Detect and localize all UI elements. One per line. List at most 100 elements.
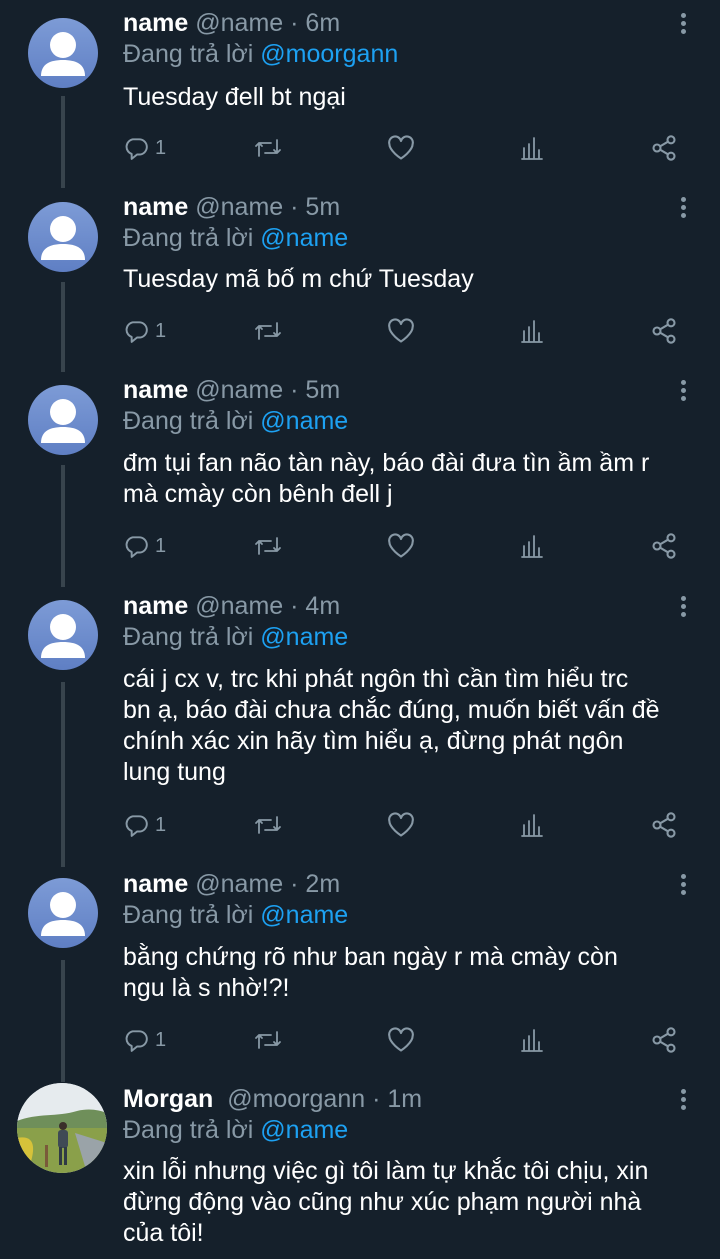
share-icon bbox=[652, 1027, 676, 1053]
avatar[interactable] bbox=[28, 878, 98, 948]
user-handle[interactable]: @name bbox=[195, 9, 283, 37]
tweet-text-line: bằng chứng rõ như ban ngày r mà cmày còn bbox=[123, 943, 618, 971]
like-button[interactable] bbox=[387, 132, 415, 164]
more-vertical-icon[interactable] bbox=[676, 593, 690, 623]
default-user-icon bbox=[41, 399, 85, 443]
profile-photo bbox=[17, 1083, 107, 1173]
reply-button[interactable]: 1 bbox=[123, 809, 166, 841]
user-handle[interactable]: @name bbox=[195, 376, 283, 404]
like-button[interactable] bbox=[387, 809, 415, 841]
share-icon bbox=[652, 318, 676, 344]
avatar[interactable] bbox=[17, 1083, 107, 1173]
timestamp[interactable]: 5m bbox=[305, 193, 340, 221]
display-name[interactable]: name bbox=[123, 193, 188, 221]
tweet-header: Morgan @moorgann · 1m bbox=[123, 1084, 422, 1114]
reply-button[interactable]: 1 bbox=[123, 315, 166, 347]
separator-dot: · bbox=[372, 1085, 381, 1113]
tweet-text: bằng chứng rõ như ban ngày r mà cmày còn… bbox=[123, 942, 713, 1004]
avatar[interactable] bbox=[28, 385, 98, 455]
reply-icon bbox=[125, 815, 148, 837]
display-name[interactable]: name bbox=[123, 870, 188, 898]
reply-button[interactable]: 1 bbox=[123, 1024, 166, 1056]
share-button[interactable] bbox=[650, 809, 678, 841]
share-button[interactable] bbox=[650, 1024, 678, 1056]
share-button[interactable] bbox=[650, 530, 678, 562]
avatar[interactable] bbox=[28, 202, 98, 272]
display-name[interactable]: name bbox=[123, 592, 188, 620]
retweet-button[interactable] bbox=[253, 132, 283, 164]
share-button[interactable] bbox=[650, 132, 678, 164]
tweet-actions: 1 bbox=[123, 530, 683, 562]
tweet-actions: 1 bbox=[123, 132, 683, 164]
retweet-button[interactable] bbox=[253, 530, 283, 562]
tweet-text-line: Tuesday đell bt ngại bbox=[123, 83, 346, 111]
heart-icon bbox=[388, 318, 414, 343]
stats-button[interactable] bbox=[520, 132, 544, 164]
retweet-button[interactable] bbox=[253, 315, 283, 347]
user-handle[interactable]: @moorgann bbox=[227, 1085, 365, 1113]
user-handle[interactable]: @name bbox=[195, 592, 283, 620]
more-vertical-icon[interactable] bbox=[676, 1086, 690, 1116]
reply-icon bbox=[125, 1030, 148, 1052]
mention-link[interactable]: @name bbox=[260, 623, 348, 651]
like-button[interactable] bbox=[387, 1024, 415, 1056]
more-vertical-icon[interactable] bbox=[676, 10, 690, 40]
display-name[interactable]: name bbox=[123, 376, 188, 404]
tweet-header: name @name · 5m bbox=[123, 192, 340, 222]
replying-to: Đang trả lời @name bbox=[123, 223, 348, 253]
mention-link[interactable]: @moorgann bbox=[260, 40, 398, 68]
avatar[interactable] bbox=[28, 600, 98, 670]
thread-line bbox=[61, 960, 65, 1082]
stats-icon bbox=[521, 320, 543, 343]
tweet-text-line: xin lỗi nhưng việc gì tôi làm tự khắc tô… bbox=[123, 1157, 649, 1185]
stats-icon bbox=[521, 1029, 543, 1052]
display-name[interactable]: name bbox=[123, 9, 188, 37]
mention-link[interactable]: @name bbox=[260, 407, 348, 435]
retweet-icon bbox=[255, 1031, 281, 1049]
stats-button[interactable] bbox=[520, 809, 544, 841]
timestamp[interactable]: 6m bbox=[305, 9, 340, 37]
tweet-text: xin lỗi nhưng việc gì tôi làm tự khắc tô… bbox=[123, 1156, 713, 1249]
stats-icon bbox=[521, 814, 543, 837]
like-button[interactable] bbox=[387, 530, 415, 562]
stats-button[interactable] bbox=[520, 315, 544, 347]
share-button[interactable] bbox=[650, 315, 678, 347]
display-name[interactable]: Morgan bbox=[123, 1085, 213, 1113]
reply-count: 1 bbox=[155, 1028, 167, 1051]
tweet-text-line: mà cmày còn bênh đell j bbox=[123, 480, 393, 508]
more-vertical-icon[interactable] bbox=[676, 194, 690, 224]
retweet-button[interactable] bbox=[253, 1024, 283, 1056]
more-vertical-icon[interactable] bbox=[676, 871, 690, 901]
tweet-text-line: lung tung bbox=[123, 758, 226, 786]
timestamp[interactable]: 2m bbox=[305, 870, 340, 898]
thread-line bbox=[61, 282, 65, 372]
replying-to-label: Đang trả lời bbox=[123, 40, 254, 68]
mention-link[interactable]: @name bbox=[260, 1116, 348, 1144]
replying-to-label: Đang trả lời bbox=[123, 224, 254, 252]
tweet-text-line: đừng động vào cũng như xúc phạm người nh… bbox=[123, 1188, 642, 1216]
tweet-text-line: chính xác xin hãy tìm hiểu ạ, đừng phát … bbox=[123, 727, 624, 755]
tweet-text-line: cái j cx v, trc khi phát ngôn thì cần tì… bbox=[123, 665, 629, 693]
user-handle[interactable]: @name bbox=[195, 870, 283, 898]
separator-dot: · bbox=[290, 870, 299, 898]
avatar[interactable] bbox=[28, 18, 98, 88]
stats-button[interactable] bbox=[520, 530, 544, 562]
tweet-header: name @name · 5m bbox=[123, 375, 340, 405]
mention-link[interactable]: @name bbox=[260, 224, 348, 252]
reply-button[interactable]: 1 bbox=[123, 132, 166, 164]
retweet-button[interactable] bbox=[253, 809, 283, 841]
timestamp[interactable]: 4m bbox=[305, 592, 340, 620]
user-handle[interactable]: @name bbox=[195, 193, 283, 221]
replying-to: Đang trả lời @name bbox=[123, 1115, 348, 1145]
more-vertical-icon[interactable] bbox=[676, 377, 690, 407]
reply-button[interactable]: 1 bbox=[123, 530, 166, 562]
stats-button[interactable] bbox=[520, 1024, 544, 1056]
reply-count: 1 bbox=[155, 319, 167, 342]
share-icon bbox=[652, 812, 676, 838]
mention-link[interactable]: @name bbox=[260, 901, 348, 929]
like-button[interactable] bbox=[387, 315, 415, 347]
timestamp[interactable]: 5m bbox=[305, 376, 340, 404]
stats-icon bbox=[521, 137, 543, 160]
retweet-icon bbox=[255, 139, 281, 157]
timestamp[interactable]: 1m bbox=[387, 1085, 422, 1113]
